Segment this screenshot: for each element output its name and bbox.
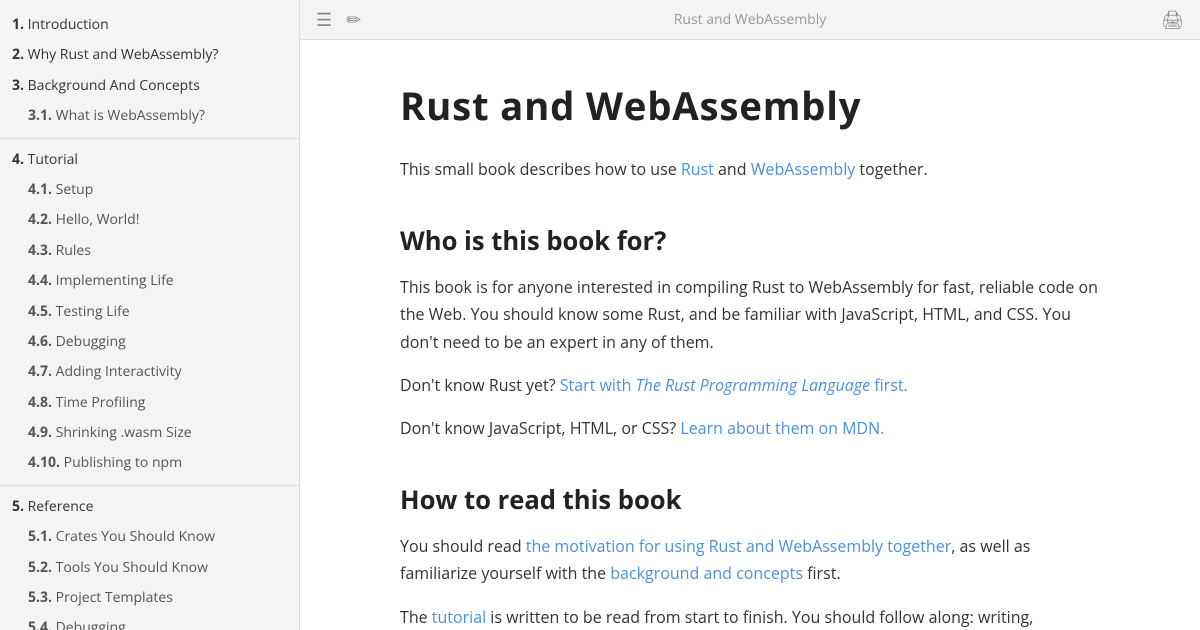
section1-title: Who is this book for? <box>400 223 1100 258</box>
sidebar-item-num: 1. <box>12 15 28 34</box>
sidebar-item-why[interactable]: 2. Why Rust and WebAssembly? <box>0 40 299 70</box>
mdn-link[interactable]: Learn about them on MDN. <box>680 417 884 439</box>
section1-p1: This book is for anyone interested in co… <box>400 274 1100 356</box>
sidebar-item-label: Crates You Should Know <box>56 527 215 546</box>
webassembly-link[interactable]: WebAssembly <box>751 158 856 180</box>
sidebar-item-label: Debugging <box>56 618 126 630</box>
toolbar: ☰ ✏ Rust and WebAssembly 🖨 <box>300 0 1200 40</box>
section1-p2: Don't know Rust yet? Start with The Rust… <box>400 372 1100 399</box>
sidebar-item-num: 4.5. <box>28 302 56 321</box>
sidebar-item-label: Introduction <box>28 15 109 34</box>
sidebar-item-label: Testing Life <box>56 302 130 321</box>
sidebar-item-label: Project Templates <box>56 588 173 607</box>
and-text: and <box>714 158 751 180</box>
s1p2-link-text: Start with <box>560 374 636 396</box>
sidebar-item-reference[interactable]: 5. Reference <box>0 492 299 522</box>
sidebar-item-num: 4.1. <box>28 180 56 199</box>
sidebar: 1. Introduction 2. Why Rust and WebAssem… <box>0 0 300 630</box>
sidebar-item-label: Tools You Should Know <box>56 558 208 577</box>
intro-text: This small book describes how to use <box>400 158 681 180</box>
section1-p3: Don't know JavaScript, HTML, or CSS? Lea… <box>400 415 1100 442</box>
sidebar-item-label: Why Rust and WebAssembly? <box>28 45 219 64</box>
sidebar-item-num: 2. <box>12 45 28 64</box>
sidebar-item-label: Setup <box>56 180 94 199</box>
sidebar-item-num: 5.4. <box>28 618 56 630</box>
sidebar-item-life[interactable]: 4.4. Implementing Life <box>0 266 299 296</box>
sidebar-item-num: 4.7. <box>28 362 56 381</box>
sidebar-item-label: Rules <box>56 241 91 260</box>
sidebar-item-hello[interactable]: 4.2. Hello, World! <box>0 205 299 235</box>
s2p2-post: is written to be read from start to fini… <box>400 606 1033 630</box>
sidebar-divider-2 <box>0 485 299 486</box>
tutorial-link[interactable]: tutorial <box>432 606 486 628</box>
sidebar-item-label: Implementing Life <box>56 271 174 290</box>
sidebar-item-shrinking[interactable]: 4.9. Shrinking .wasm Size <box>0 418 299 448</box>
s1p2-link-post: first. <box>870 374 908 396</box>
motivation-link[interactable]: the motivation for using Rust and WebAss… <box>526 535 951 557</box>
sidebar-item-num: 5.1. <box>28 527 56 546</box>
sidebar-item-bg[interactable]: 3. Background And Concepts <box>0 71 299 101</box>
sidebar-item-num: 4.8. <box>28 393 56 412</box>
section2-title: How to read this book <box>400 482 1100 517</box>
sidebar-item-label: Reference <box>28 497 94 516</box>
sidebar-item-num: 4. <box>12 150 28 169</box>
sidebar-item-label: Publishing to npm <box>64 453 182 472</box>
sidebar-item-rules[interactable]: 4.3. Rules <box>0 236 299 266</box>
sidebar-item-label: Background And Concepts <box>28 76 200 95</box>
sidebar-item-npm[interactable]: 4.10. Publishing to npm <box>0 448 299 478</box>
section2-p2: The tutorial is written to be read from … <box>400 604 1100 630</box>
edit-icon[interactable]: ✏ <box>346 8 361 32</box>
sidebar-item-num: 4.9. <box>28 423 56 442</box>
sidebar-item-num: 4.10. <box>28 453 64 472</box>
sidebar-item-num: 4.6. <box>28 332 56 351</box>
rust-lang-link[interactable]: Start with The Rust Programming Language… <box>560 374 908 396</box>
sidebar-item-wasm[interactable]: 3.1. What is WebAssembly? <box>0 101 299 131</box>
rust-link[interactable]: Rust <box>681 158 714 180</box>
sidebar-divider <box>0 138 299 139</box>
sidebar-item-tools[interactable]: 5.2. Tools You Should Know <box>0 553 299 583</box>
page-title: Rust and WebAssembly <box>400 80 1100 132</box>
toolbar-title: Rust and WebAssembly <box>674 10 827 29</box>
bg-concepts-link[interactable]: background and concepts <box>610 562 803 584</box>
sidebar-item-label: Hello, World! <box>56 210 140 229</box>
together-text: together. <box>855 158 927 180</box>
s2p2-pre: The <box>400 606 432 628</box>
sidebar-item-num: 4.3. <box>28 241 56 260</box>
sidebar-item-num: 3.1. <box>28 106 56 125</box>
sidebar-item-num: 5.3. <box>28 588 56 607</box>
sidebar-item-label: Debugging <box>56 332 126 351</box>
toolbar-left: ☰ ✏ <box>316 8 361 32</box>
s2p1-pre: You should read <box>400 535 526 557</box>
intro-paragraph: This small book describes how to use Rus… <box>400 156 1100 183</box>
sidebar-item-label: Time Profiling <box>56 393 146 412</box>
menu-icon[interactable]: ☰ <box>316 8 332 32</box>
section2-p1: You should read the motivation for using… <box>400 533 1100 587</box>
sidebar-item-setup[interactable]: 4.1. Setup <box>0 175 299 205</box>
sidebar-item-label: Shrinking .wasm Size <box>56 423 192 442</box>
sidebar-item-label: What is WebAssembly? <box>56 106 205 125</box>
s2p1-post: first. <box>803 562 841 584</box>
sidebar-item-time-profiling[interactable]: 4.8. Time Profiling <box>0 388 299 418</box>
sidebar-item-num: 4.4. <box>28 271 56 290</box>
sidebar-item-templates[interactable]: 5.3. Project Templates <box>0 583 299 613</box>
s1p2-link-italic: The Rust Programming Language <box>636 374 870 396</box>
sidebar-item-num: 5. <box>12 497 28 516</box>
s1p3-pre: Don't know JavaScript, HTML, or CSS? <box>400 417 680 439</box>
sidebar-item-ref-debugging[interactable]: 5.4. Debugging <box>0 613 299 630</box>
sidebar-item-debugging[interactable]: 4.6. Debugging <box>0 327 299 357</box>
print-icon[interactable]: 🖨 <box>1161 8 1184 32</box>
s1p2-pre: Don't know Rust yet? <box>400 374 560 396</box>
main-panel: ☰ ✏ Rust and WebAssembly 🖨 Rust and WebA… <box>300 0 1200 630</box>
sidebar-item-label: Tutorial <box>28 150 78 169</box>
sidebar-item-interactivity[interactable]: 4.7. Adding Interactivity <box>0 357 299 387</box>
sidebar-item-testing[interactable]: 4.5. Testing Life <box>0 297 299 327</box>
sidebar-item-tutorial[interactable]: 4. Tutorial <box>0 145 299 175</box>
sidebar-item-num: 5.2. <box>28 558 56 577</box>
sidebar-item-num: 3. <box>12 76 28 95</box>
sidebar-item-intro[interactable]: 1. Introduction <box>0 10 299 40</box>
content-area: Rust and WebAssembly This small book des… <box>320 40 1180 630</box>
sidebar-item-num: 4.2. <box>28 210 56 229</box>
sidebar-item-crates[interactable]: 5.1. Crates You Should Know <box>0 522 299 552</box>
sidebar-item-label: Adding Interactivity <box>56 362 182 381</box>
